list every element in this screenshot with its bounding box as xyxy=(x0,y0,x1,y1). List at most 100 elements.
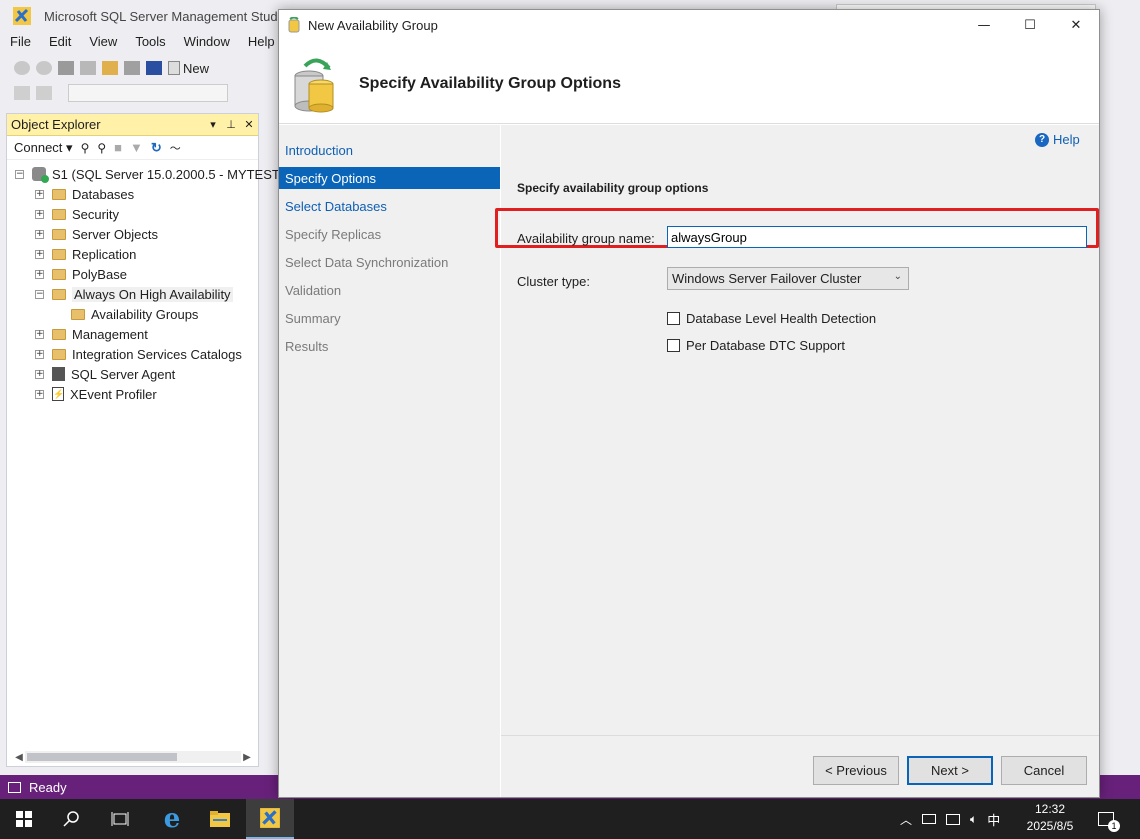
tree-node-label: Replication xyxy=(72,246,137,262)
task-view-button[interactable] xyxy=(96,799,144,839)
show-hidden-icons[interactable]: ︿ xyxy=(900,811,912,828)
disconnect-icon[interactable]: ⚲ xyxy=(97,141,106,155)
cancel-button[interactable]: Cancel xyxy=(1001,756,1087,785)
tree-node-label: Always On High Availability xyxy=(72,286,233,302)
scroll-track[interactable] xyxy=(25,751,241,763)
notification-count: 1 xyxy=(1108,820,1120,832)
expand-icon[interactable]: + xyxy=(35,269,44,279)
tree-node-replication[interactable]: + Replication xyxy=(35,244,136,264)
nav-specify-replicas: Specify Replicas xyxy=(285,227,382,242)
tree-node-sql-agent[interactable]: + SQL Server Agent xyxy=(35,364,175,384)
save-all-icon[interactable] xyxy=(146,61,162,75)
health-detection-label: Database Level Health Detection xyxy=(686,311,877,326)
folder-icon xyxy=(52,268,66,280)
status-text: Ready xyxy=(29,779,67,795)
tray-app-icon[interactable] xyxy=(922,814,937,824)
scroll-thumb[interactable] xyxy=(27,753,177,761)
health-detection-option[interactable]: Database Level Health Detection xyxy=(667,311,876,326)
internet-explorer-button[interactable]: e xyxy=(148,799,196,839)
nav-introduction[interactable]: Introduction xyxy=(279,139,500,161)
menu-window[interactable]: Window xyxy=(174,32,238,54)
dtc-support-option[interactable]: Per Database DTC Support xyxy=(667,338,845,353)
cluster-type-select[interactable]: Windows Server Failover Cluster ⌄ xyxy=(667,267,909,290)
connect-label: Connect xyxy=(14,139,63,155)
ag-name-input[interactable] xyxy=(667,226,1087,248)
tree-node-databases[interactable]: + Databases xyxy=(35,184,134,204)
connect-icon[interactable]: ⚲ xyxy=(81,141,90,155)
expand-icon[interactable]: + xyxy=(35,349,44,359)
menu-help[interactable]: Help xyxy=(238,32,283,54)
tree-node-xevent-profiler[interactable]: + ⚡ XEvent Profiler xyxy=(35,384,157,404)
expand-icon[interactable]: + xyxy=(35,209,44,219)
forward-icon[interactable] xyxy=(36,61,52,75)
collapse-icon[interactable]: − xyxy=(35,289,44,299)
start-button[interactable] xyxy=(0,799,48,839)
internet-explorer-icon: e xyxy=(163,804,181,834)
tree-node-always-on[interactable]: − Always On High Availability xyxy=(35,284,233,304)
close-button[interactable]: ✕ xyxy=(1053,10,1099,40)
tree-node-server-objects[interactable]: + Server Objects xyxy=(35,224,158,244)
expand-icon[interactable]: + xyxy=(35,329,44,339)
clock-date: 2025/8/5 xyxy=(1026,819,1074,833)
health-detection-checkbox[interactable] xyxy=(667,312,680,325)
file-explorer-button[interactable] xyxy=(196,799,244,839)
scroll-left-icon[interactable]: ◀ xyxy=(13,752,25,763)
ssms-taskbar-button[interactable] xyxy=(246,799,294,839)
close-icon[interactable]: ✕ xyxy=(240,118,258,131)
help-link[interactable]: ? Help xyxy=(1035,132,1080,147)
refresh-icon[interactable]: ↻ xyxy=(151,140,162,156)
help-label: Help xyxy=(1053,132,1080,147)
menu-view[interactable]: View xyxy=(79,32,125,54)
folder-icon xyxy=(52,348,66,360)
minimize-button[interactable]: — xyxy=(961,10,1007,40)
stop-icon[interactable]: ■ xyxy=(114,140,122,155)
expand-icon[interactable]: + xyxy=(35,249,44,259)
collapse-icon[interactable]: − xyxy=(15,169,24,179)
new-project-icon[interactable] xyxy=(58,61,74,75)
menu-tools[interactable]: Tools xyxy=(125,32,173,54)
previous-button[interactable]: < Previous xyxy=(813,756,899,785)
tree-node-availability-groups[interactable]: Availability Groups xyxy=(71,304,198,324)
search-button[interactable] xyxy=(48,799,96,839)
notification-center-button[interactable]: 1 xyxy=(1098,799,1120,839)
network-icon[interactable] xyxy=(946,813,961,825)
tree-node-security[interactable]: + Security xyxy=(35,204,119,224)
ssms-logo-icon xyxy=(13,7,31,25)
expand-icon[interactable]: + xyxy=(35,189,44,199)
dropdown-icon[interactable]: ▾ xyxy=(204,118,222,131)
save-icon[interactable] xyxy=(124,61,140,75)
volume-muted-icon[interactable]: 🔈︎ xyxy=(970,812,977,827)
expand-icon[interactable]: + xyxy=(35,389,44,399)
horizontal-scrollbar[interactable]: ◀ ▶ xyxy=(13,750,253,764)
scroll-right-icon[interactable]: ▶ xyxy=(241,752,253,763)
filter-icon[interactable]: ▼ xyxy=(130,140,143,155)
add-item-icon[interactable] xyxy=(80,61,96,75)
tree-node-polybase[interactable]: + PolyBase xyxy=(35,264,127,284)
maximize-button[interactable]: ☐ xyxy=(1007,10,1053,40)
dtc-support-checkbox[interactable] xyxy=(667,339,680,352)
open-file-icon[interactable] xyxy=(102,61,118,75)
connect-button[interactable]: Connect ▾ xyxy=(14,140,73,156)
pin-icon[interactable]: ⊥ xyxy=(222,118,240,131)
nav-specify-options[interactable]: Specify Options xyxy=(279,167,500,189)
dtc-support-label: Per Database DTC Support xyxy=(686,338,845,353)
nav-summary: Summary xyxy=(285,311,341,326)
next-button[interactable]: Next > xyxy=(907,756,993,785)
ime-indicator[interactable]: 中 xyxy=(987,810,1000,829)
pin-icon[interactable] xyxy=(14,86,30,100)
dialog-title: New Availability Group xyxy=(308,18,438,33)
tree-node-management[interactable]: + Management xyxy=(35,324,148,344)
new-query-button[interactable]: New xyxy=(168,61,209,76)
back-icon[interactable] xyxy=(14,61,30,75)
tree-node-integration-services[interactable]: + Integration Services Catalogs xyxy=(35,344,242,364)
nav-select-databases[interactable]: Select Databases xyxy=(279,195,500,217)
activity-monitor-icon[interactable]: 〜 xyxy=(170,140,181,156)
layout-icon[interactable] xyxy=(36,86,52,100)
taskbar-clock[interactable]: 12:32 2025/8/5 xyxy=(1018,801,1082,835)
expand-icon[interactable]: + xyxy=(35,369,44,379)
menu-file[interactable]: File xyxy=(0,32,39,54)
object-explorer-panel: Object Explorer ▾ ⊥ ✕ Connect ▾ ⚲ ⚲ ■ ▼ … xyxy=(6,113,364,767)
expand-icon[interactable]: + xyxy=(35,229,44,239)
database-selector[interactable] xyxy=(68,84,228,102)
menu-edit[interactable]: Edit xyxy=(39,32,79,54)
